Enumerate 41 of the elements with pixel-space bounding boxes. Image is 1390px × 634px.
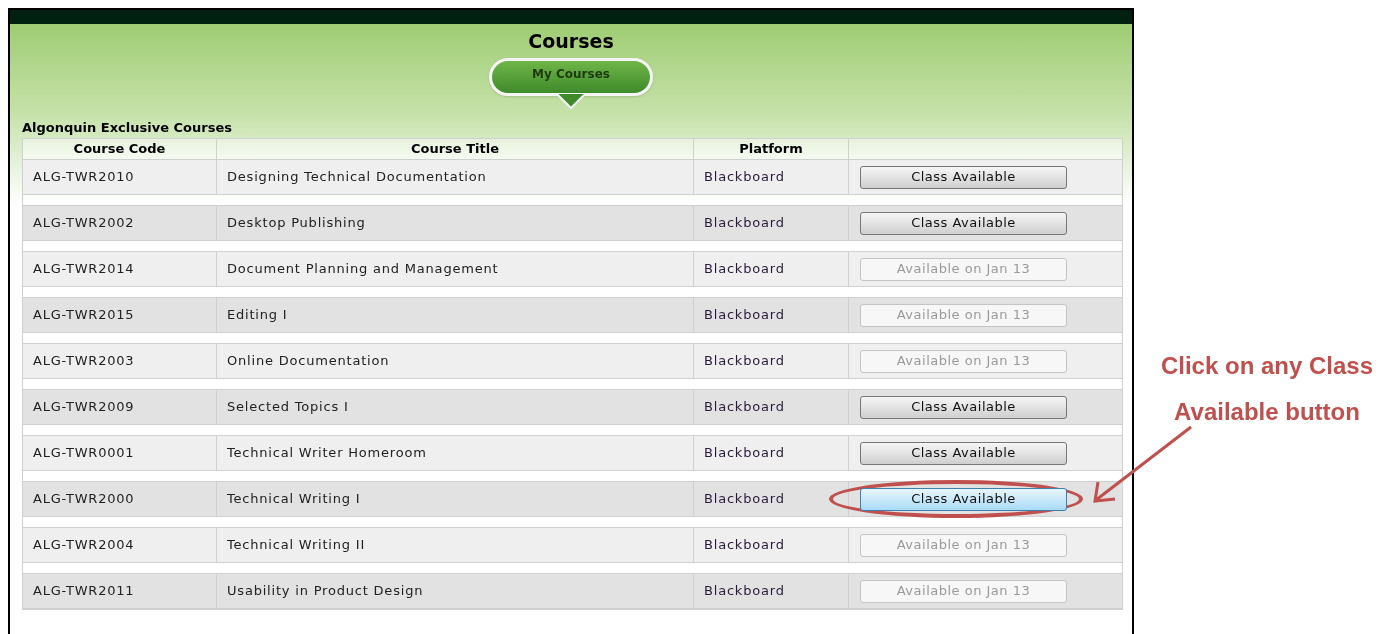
platform-cell: Blackboard xyxy=(694,482,849,516)
course-code-cell: ALG-TWR2000 xyxy=(23,482,217,516)
class-available-button[interactable]: Class Available xyxy=(860,487,1067,511)
course-code-cell: ALG-TWR2015 xyxy=(23,298,217,332)
course-title-cell: Technical Writing I xyxy=(217,482,694,516)
course-code-cell: ALG-TWR0001 xyxy=(23,436,217,470)
course-title-cell: Desktop Publishing xyxy=(217,206,694,240)
callout-text: Click on any Class xyxy=(1160,351,1374,381)
course-title-cell: Designing Technical Documentation xyxy=(217,160,694,194)
course-title-cell: Usability in Product Design xyxy=(217,574,694,608)
course-code-cell: ALG-TWR2009 xyxy=(23,390,217,424)
course-code-cell: ALG-TWR2004 xyxy=(23,528,217,562)
class-available-button[interactable]: Class Available xyxy=(860,211,1067,235)
platform-cell: Blackboard xyxy=(694,344,849,378)
platform-cell: Blackboard xyxy=(694,528,849,562)
platform-cell: Blackboard xyxy=(694,160,849,194)
platform-cell: Blackboard xyxy=(694,574,849,608)
section-title: Algonquin Exclusive Courses xyxy=(22,119,233,137)
my-courses-tab[interactable]: My Courses xyxy=(489,58,653,96)
course-title-cell: Online Documentation xyxy=(217,344,694,378)
course-title-cell: Editing I xyxy=(217,298,694,332)
course-code-cell: ALG-TWR2014 xyxy=(23,252,217,286)
course-code-cell: ALG-TWR2002 xyxy=(23,206,217,240)
course-code-cell: ALG-TWR2003 xyxy=(23,344,217,378)
platform-cell: Blackboard xyxy=(694,390,849,424)
course-code-cell: ALG-TWR2010 xyxy=(23,160,217,194)
tab-pointer-icon xyxy=(556,93,586,109)
platform-cell: Blackboard xyxy=(694,252,849,286)
course-title-cell: Technical Writer Homeroom xyxy=(217,436,694,470)
course-title-cell: Document Planning and Management xyxy=(217,252,694,286)
course-title-cell: Technical Writing II xyxy=(217,528,694,562)
platform-cell: Blackboard xyxy=(694,298,849,332)
platform-cell: Blackboard xyxy=(694,436,849,470)
callout-text: Available button xyxy=(1174,397,1360,427)
platform-cell: Blackboard xyxy=(694,206,849,240)
page-title: Courses xyxy=(528,29,614,54)
class-available-button[interactable]: Class Available xyxy=(860,441,1067,465)
class-available-button[interactable]: Class Available xyxy=(860,165,1067,189)
class-available-button[interactable]: Class Available xyxy=(860,395,1067,419)
course-title-cell: Selected Topics I xyxy=(217,390,694,424)
course-code-cell: ALG-TWR2011 xyxy=(23,574,217,608)
